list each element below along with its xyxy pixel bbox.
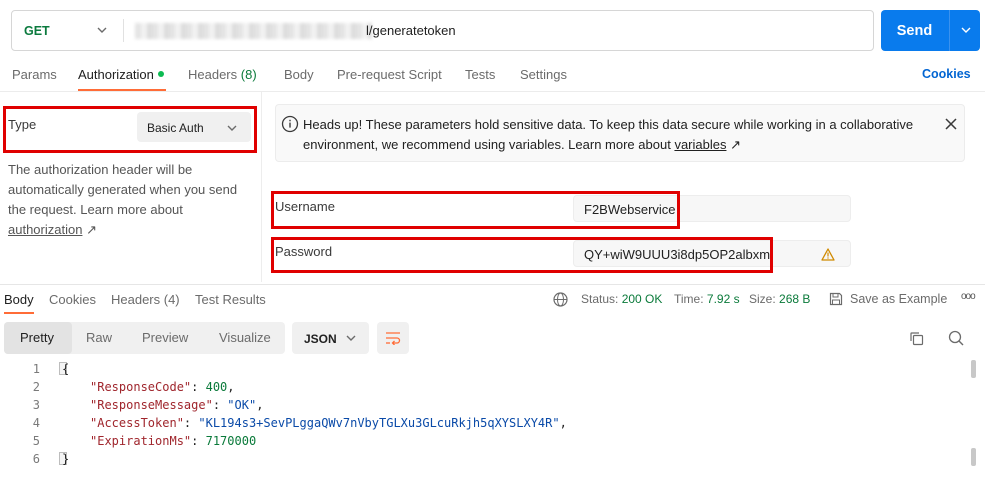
auth-help-body: The authorization header will be automat… xyxy=(8,162,238,217)
json-value: 400 xyxy=(205,380,228,394)
chevron-down-icon[interactable] xyxy=(960,24,972,36)
copy-icon[interactable] xyxy=(909,331,924,346)
line-number: 2 xyxy=(32,380,40,394)
chevron-down-icon xyxy=(97,27,107,33)
wrap-lines-button[interactable] xyxy=(377,322,409,354)
json-sep: : xyxy=(212,398,228,412)
cookies-link[interactable]: Cookies xyxy=(922,67,971,81)
response-tab-body[interactable]: Body xyxy=(4,292,34,307)
format-preview[interactable]: Preview xyxy=(142,330,188,345)
close-icon[interactable] xyxy=(944,117,958,131)
json-sep: : xyxy=(183,416,199,430)
status-value: 200 OK xyxy=(621,292,663,306)
line-number: 3 xyxy=(32,398,40,412)
external-link-icon: ↗ xyxy=(730,137,741,152)
format-pretty[interactable]: Pretty xyxy=(20,330,54,345)
code-line: "ResponseMessage": "OK", xyxy=(90,398,263,412)
method-label: GET xyxy=(24,23,50,38)
send-button[interactable]: Send xyxy=(881,10,948,51)
response-tab-test-results[interactable]: Test Results xyxy=(195,292,266,307)
language-select[interactable]: JSON xyxy=(292,322,369,354)
tab-params[interactable]: Params xyxy=(12,67,57,82)
language-value: JSON xyxy=(304,332,337,346)
url-input[interactable]: l/generatetoken xyxy=(366,23,456,38)
code-line: } xyxy=(62,452,70,466)
authorization-link[interactable]: authorization xyxy=(8,222,82,237)
send-button-group: Send xyxy=(881,10,980,51)
chevron-down-icon xyxy=(346,335,356,341)
code-line: "ExpirationMs": 7170000 xyxy=(90,434,256,448)
active-response-tab-indicator xyxy=(4,312,34,314)
time-info[interactable]: Time: 7.92 s xyxy=(674,292,740,306)
code-line: "ResponseCode": 400, xyxy=(90,380,235,394)
active-dot-icon xyxy=(157,71,164,77)
send-divider xyxy=(949,10,950,51)
tab-authorization[interactable]: Authorization xyxy=(78,67,164,82)
json-value: "OK" xyxy=(227,398,257,412)
search-icon[interactable] xyxy=(948,330,964,346)
response-divider xyxy=(0,284,985,285)
line-number: 4 xyxy=(32,416,40,430)
size-info[interactable]: Size: 268 B xyxy=(749,292,810,306)
format-raw[interactable]: Raw xyxy=(86,330,112,345)
method-select[interactable]: GET xyxy=(12,11,122,50)
json-comma: , xyxy=(559,416,567,430)
code-line: "AccessToken": "KL194s3+SevPLggaQWv7nVby… xyxy=(90,416,567,430)
scrollbar-thumb-bottom[interactable] xyxy=(971,448,976,466)
json-key: "AccessToken" xyxy=(90,416,184,430)
save-as-example-button[interactable]: Save as Example xyxy=(850,292,947,306)
scrollbar-thumb-top[interactable] xyxy=(971,360,976,378)
json-sep: : xyxy=(191,434,206,448)
json-key: "ExpirationMs" xyxy=(90,434,192,448)
line-number: 5 xyxy=(32,434,40,448)
variables-link[interactable]: variables xyxy=(674,137,726,152)
json-sep: : xyxy=(191,380,206,394)
format-tabs: Pretty Raw Preview Visualize xyxy=(4,322,285,354)
json-key: "ResponseCode" xyxy=(90,380,192,394)
more-options-icon[interactable]: ooo xyxy=(961,291,976,302)
highlight-type xyxy=(3,106,257,153)
save-icon[interactable] xyxy=(829,292,843,306)
banner-body: Heads up! These parameters hold sensitiv… xyxy=(303,117,914,152)
line-number: 1 xyxy=(32,362,40,376)
globe-icon[interactable] xyxy=(553,292,568,307)
response-tab-cookies[interactable]: Cookies xyxy=(49,292,96,307)
json-key: "ResponseMessage" xyxy=(90,398,213,412)
json-comma: , xyxy=(256,398,264,412)
status-label: Status: xyxy=(581,292,619,306)
external-link-icon: ↗ xyxy=(86,222,97,237)
warning-icon xyxy=(821,248,835,261)
size-value: 268 B xyxy=(779,292,811,306)
json-value: 7170000 xyxy=(205,434,257,448)
tab-tests[interactable]: Tests xyxy=(465,67,495,82)
tab-body[interactable]: Body xyxy=(284,67,314,82)
info-icon xyxy=(281,115,299,133)
tab-headers-count: (8) xyxy=(240,67,257,82)
sensitive-data-banner: Heads up! These parameters hold sensitiv… xyxy=(275,104,965,162)
tab-settings[interactable]: Settings xyxy=(520,67,567,82)
code-line: { xyxy=(62,362,70,376)
auth-help-text: The authorization header will be automat… xyxy=(8,160,253,240)
response-code-viewer[interactable]: 1 { 2 "ResponseCode": 400, 3 "ResponseMe… xyxy=(0,360,985,483)
size-label: Size: xyxy=(749,292,776,306)
url-divider xyxy=(123,19,124,42)
tab-authorization-label: Authorization xyxy=(78,67,154,82)
time-value: 7.92 s xyxy=(706,292,740,306)
tab-headers[interactable]: Headers (8) xyxy=(188,67,257,82)
response-tab-headers[interactable]: Headers (4) xyxy=(111,292,180,307)
banner-text: Heads up! These parameters hold sensitiv… xyxy=(303,115,933,155)
json-comma: , xyxy=(227,380,235,394)
format-visualize[interactable]: Visualize xyxy=(219,330,271,345)
status-info[interactable]: Status: 200 OK xyxy=(581,292,662,306)
wrap-icon xyxy=(386,332,401,345)
line-number: 6 xyxy=(32,452,40,466)
time-label: Time: xyxy=(674,292,704,306)
highlight-username xyxy=(271,191,680,229)
highlight-password xyxy=(271,237,773,273)
json-value: "KL194s3+SevPLggaQWv7nVbyTGLXu3GLcuRkjh5… xyxy=(198,416,560,430)
url-bar: GET l/generatetoken xyxy=(11,10,874,51)
tab-pre-request-script[interactable]: Pre-request Script xyxy=(337,67,442,82)
tab-headers-label: Headers xyxy=(188,67,238,82)
url-redacted-host xyxy=(135,23,372,39)
